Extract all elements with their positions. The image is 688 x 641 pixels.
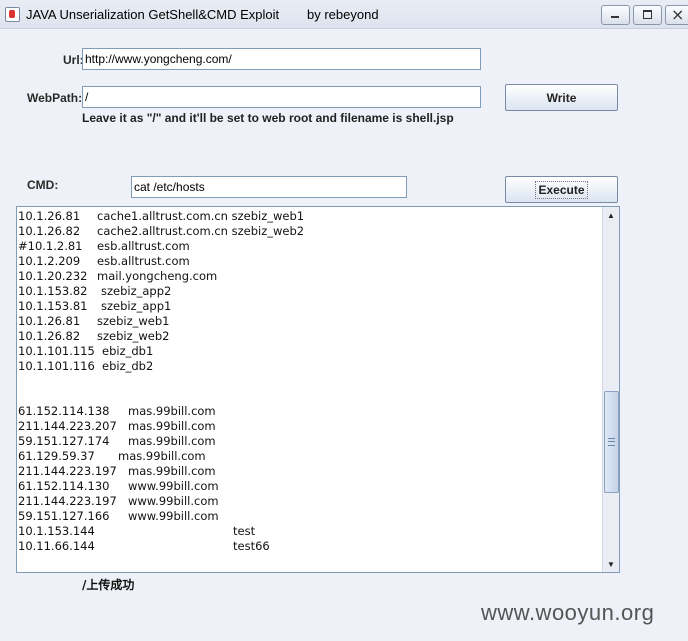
output-line: 10.1.20.232 mail.yongcheng.com: [18, 269, 603, 284]
output-line-hostname: szebiz_web2: [97, 329, 170, 343]
cmd-input[interactable]: [131, 176, 407, 198]
output-line-hostname: mail.yongcheng.com: [97, 269, 218, 283]
output-line-ip: 10.1.2.209: [18, 254, 81, 268]
output-line-hostname: szebiz_app2: [101, 284, 172, 298]
output-line: 61.152.114.138 mas.99bill.com: [18, 404, 603, 419]
output-line: 10.1.101.115 ebiz_db1: [18, 344, 603, 359]
webpath-label: WebPath:: [27, 91, 83, 105]
output-line-hostname: ebiz_db1: [102, 344, 154, 358]
output-line: 10.1.153.81 szebiz_app1: [18, 299, 603, 314]
output-line-hostname: mas.99bill.com: [128, 419, 216, 433]
output-line-ip: 10.1.101.116: [18, 359, 95, 373]
output-line-hostname: mas.99bill.com: [118, 449, 206, 463]
watermark: www.wooyun.org: [481, 600, 655, 625]
output-line-hostname: esb.alltrust.com: [97, 254, 190, 268]
output-line: 61.129.59.37 mas.99bill.com: [18, 449, 603, 464]
output-line-ip: 10.1.153.81: [18, 299, 88, 313]
output-line-ip: 10.1.26.81: [18, 209, 81, 223]
output-lines: 10.1.26.81 cache1.alltrust.com.cn szebiz_…: [18, 209, 603, 554]
cmd-label: CMD:: [27, 178, 59, 192]
output-line-ip: 10.1.26.81: [18, 314, 81, 328]
output-line-hostname: ebiz_db2: [102, 359, 154, 373]
window-title-author: by rebeyond: [307, 7, 379, 22]
minimize-button[interactable]: [601, 5, 630, 25]
output-line-hostname: www.99bill.com: [128, 509, 219, 523]
url-label: Url:: [63, 53, 84, 67]
output-line-hostname: mas.99bill.com: [128, 434, 216, 448]
output-line-hostname: szebiz_web1: [97, 314, 170, 328]
output-line-hostname: test: [233, 524, 256, 538]
output-line: 10.1.26.81 cache1.alltrust.com.cn szebiz_…: [18, 209, 603, 224]
output-line-hostname: www.99bill.com: [128, 494, 219, 508]
output-textarea[interactable]: 10.1.26.81 cache1.alltrust.com.cn szebiz_…: [16, 206, 620, 573]
output-line-hostname: www.99bill.com: [128, 479, 219, 493]
output-line: 10.1.26.81 szebiz_web1: [18, 314, 603, 329]
output-line-ip: 10.1.20.232: [18, 269, 88, 283]
maximize-button[interactable]: [633, 5, 662, 25]
scrollbar-grip-icon: [608, 438, 615, 446]
webpath-hint: Leave it as "/" and it'll be set to web …: [82, 111, 454, 125]
scroll-down-arrow-icon[interactable]: ▼: [604, 557, 618, 571]
output-line-hostname: test66: [233, 539, 270, 553]
output-line-ip: 211.144.223.207: [18, 419, 117, 433]
write-button[interactable]: Write: [505, 84, 618, 111]
output-line: #10.1.2.81 esb.alltrust.com: [18, 239, 603, 254]
close-button[interactable]: [665, 5, 688, 25]
output-line: 10.1.2.209 esb.alltrust.com: [18, 254, 603, 269]
output-line-ip: 10.1.101.115: [18, 344, 95, 358]
output-line: 59.151.127.166 www.99bill.com: [18, 509, 603, 524]
output-line: 10.1.26.82 szebiz_web2: [18, 329, 603, 344]
scroll-up-arrow-icon[interactable]: ▲: [604, 208, 618, 222]
output-line-ip: 61.129.59.37: [18, 449, 95, 463]
output-line-ip: 10.1.153.82: [18, 284, 88, 298]
output-line-ip: 10.1.153.144: [18, 524, 95, 538]
output-line-ip: 10.11.66.144: [18, 539, 95, 553]
execute-button-label: Execute: [535, 180, 588, 199]
title-bar: JAVA Unserialization GetShell&CMD Exploi…: [0, 0, 688, 29]
output-line: 10.1.153.144 test: [18, 524, 603, 539]
output-line-ip: 59.151.127.174: [18, 434, 110, 448]
output-line-ip: 61.152.114.138: [18, 404, 110, 418]
output-line-ip: 59.151.127.166: [18, 509, 110, 523]
java-app-icon: [5, 7, 20, 22]
output-line: 10.1.101.116 ebiz_db2: [18, 359, 603, 374]
output-line-hostname: mas.99bill.com: [128, 404, 216, 418]
output-line: 211.144.223.207 mas.99bill.com: [18, 419, 603, 434]
output-line-ip: 211.144.223.197: [18, 464, 117, 478]
output-line-hostname: szebiz_app1: [101, 299, 172, 313]
window-title: JAVA Unserialization GetShell&CMD Exploi…: [26, 7, 280, 22]
output-line-ip: #10.1.2.81: [18, 239, 83, 253]
output-line: 59.151.127.174 mas.99bill.com: [18, 434, 603, 449]
scrollbar-thumb[interactable]: [604, 391, 619, 493]
webpath-input[interactable]: [82, 86, 481, 108]
output-line: 10.1.153.82 szebiz_app2: [18, 284, 603, 299]
output-line: 211.144.223.197 mas.99bill.com: [18, 464, 603, 479]
output-line-ip: 211.144.223.197: [18, 494, 117, 508]
output-line: 10.11.66.144 test66: [18, 539, 603, 554]
output-line-ip: 10.1.26.82: [18, 329, 81, 343]
vertical-scrollbar[interactable]: ▲ ▼: [602, 207, 619, 572]
output-line-hostname: mas.99bill.com: [128, 464, 216, 478]
output-line: 211.144.223.197 www.99bill.com: [18, 494, 603, 509]
status-message: /上传成功: [82, 578, 135, 592]
output-line-hostname: cache1.alltrust.com.cn szebiz_web1: [97, 209, 305, 223]
output-line-hostname: esb.alltrust.com: [97, 239, 190, 253]
output-line-ip: 10.1.26.82: [18, 224, 81, 238]
write-button-label: Write: [546, 90, 577, 105]
output-line: 10.1.26.82 cache2.alltrust.com.cn szebiz_…: [18, 224, 603, 239]
output-line-ip: 61.152.114.130: [18, 479, 110, 493]
url-input[interactable]: [82, 48, 481, 70]
output-line-hostname: cache2.alltrust.com.cn szebiz_web2: [97, 224, 305, 238]
execute-button[interactable]: Execute: [505, 176, 618, 203]
output-line: 61.152.114.130 www.99bill.com: [18, 479, 603, 494]
